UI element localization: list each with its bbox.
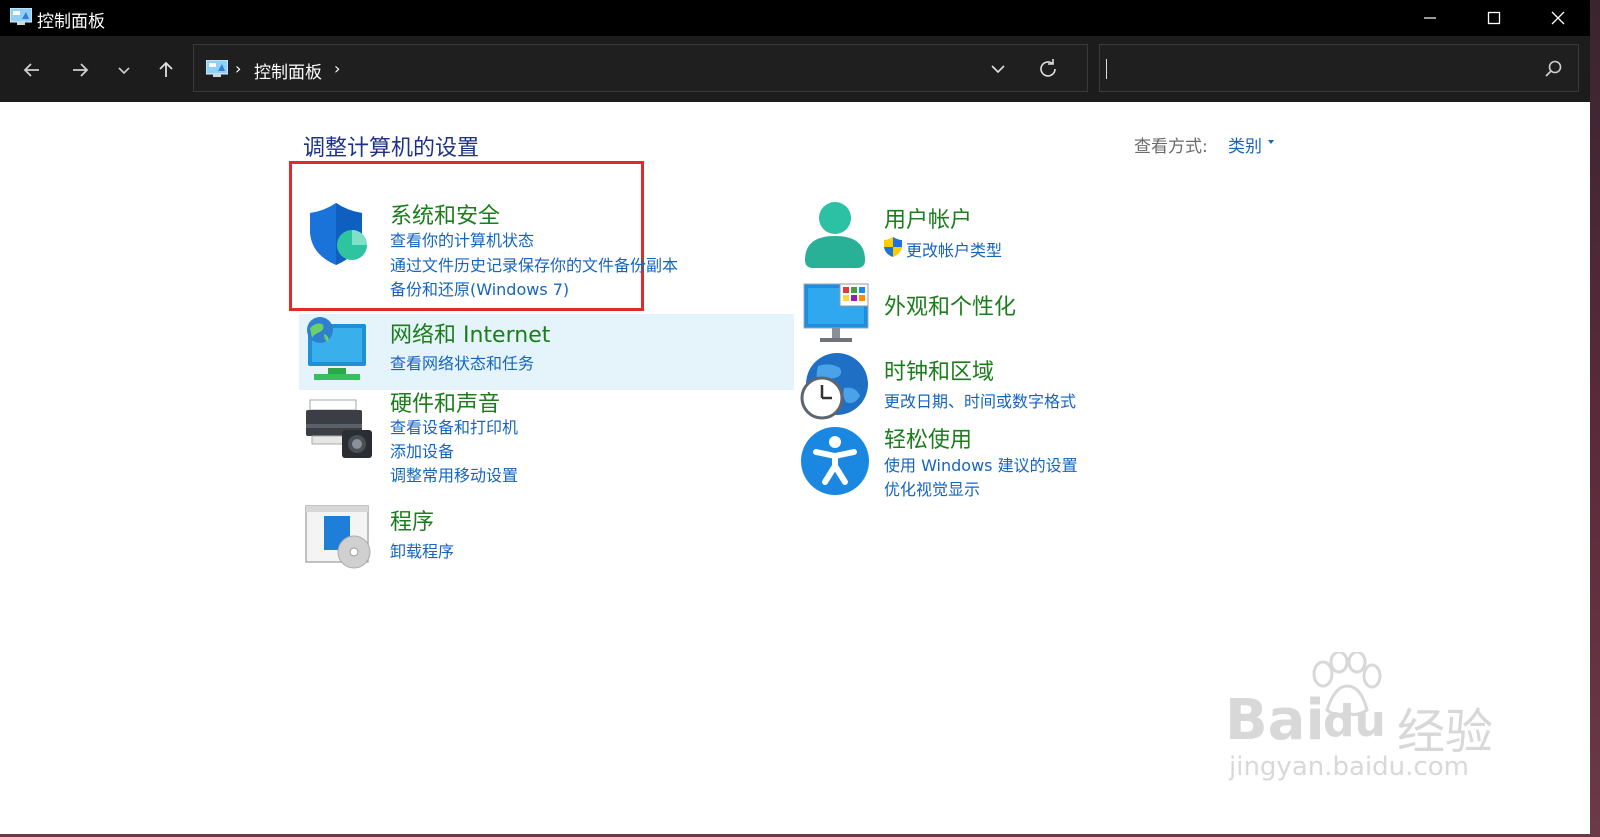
maximize-button[interactable] [1462, 0, 1526, 36]
programs-icon[interactable] [304, 502, 374, 572]
link-file-history-backup[interactable]: 通过文件历史记录保存你的文件备份副本 [390, 252, 678, 276]
close-button[interactable] [1526, 0, 1590, 36]
view-by-dropdown[interactable]: 类别 [1228, 132, 1262, 157]
breadcrumb-separator-icon[interactable]: › [235, 59, 241, 78]
minimize-icon [1424, 17, 1436, 19]
refresh-icon[interactable] [1036, 57, 1060, 81]
category-title-ease-of-access[interactable]: 轻松使用 [884, 422, 972, 454]
user-icon[interactable] [800, 200, 870, 270]
dropdown-caret-icon[interactable] [1268, 140, 1274, 144]
category-title-clock-region[interactable]: 时钟和区域 [884, 354, 994, 386]
monitor-icon[interactable] [802, 280, 872, 350]
breadcrumb-control-panel[interactable]: 控制面板 [254, 58, 322, 83]
baidu-watermark: Bai du 经验 jingyan.baidu.com [1225, 652, 1525, 792]
printer-icon[interactable] [304, 398, 374, 468]
back-button[interactable] [14, 52, 50, 88]
arrow-up-icon [159, 61, 173, 77]
forward-button[interactable] [62, 52, 98, 88]
control-panel-app-icon [10, 8, 32, 25]
watermark-url: jingyan.baidu.com [1229, 752, 1469, 782]
control-panel-location-icon [206, 60, 228, 77]
link-windows-suggested-settings[interactable]: 使用 Windows 建议的设置 [884, 452, 1078, 476]
link-add-device[interactable]: 添加设备 [390, 438, 454, 462]
minimize-button[interactable] [1398, 0, 1462, 36]
link-backup-restore[interactable]: 备份和还原(Windows 7) [390, 276, 569, 300]
category-title-user-accounts[interactable]: 用户帐户 [884, 202, 972, 234]
address-history-chevron-icon[interactable] [986, 57, 1010, 81]
maximize-icon [1487, 11, 1501, 25]
link-devices-printers[interactable]: 查看设备和打印机 [390, 414, 518, 438]
up-button[interactable] [148, 52, 184, 88]
network-icon[interactable] [304, 316, 374, 386]
recent-locations-button[interactable] [106, 52, 142, 88]
uac-shield-icon [884, 237, 902, 257]
arrow-right-icon [73, 63, 89, 77]
text-caret [1106, 59, 1107, 79]
accessibility-icon[interactable] [800, 426, 870, 496]
search-input[interactable] [1112, 55, 1536, 83]
category-title-programs[interactable]: 程序 [390, 504, 434, 536]
search-box[interactable] [1099, 44, 1579, 92]
category-title-system-security[interactable]: 系统和安全 [390, 198, 500, 230]
link-view-computer-status[interactable]: 查看你的计算机状态 [390, 227, 534, 251]
link-optimize-visual-display[interactable]: 优化视觉显示 [884, 476, 980, 500]
window-title: 控制面板 [37, 12, 105, 32]
clock-globe-icon[interactable] [800, 352, 870, 422]
category-title-appearance-personalization[interactable]: 外观和个性化 [884, 289, 1016, 321]
chevron-down-icon [118, 67, 130, 75]
link-mobility-settings[interactable]: 调整常用移动设置 [390, 462, 518, 486]
link-change-account-type[interactable]: 更改帐户类型 [906, 237, 1002, 261]
link-network-status-tasks[interactable]: 查看网络状态和任务 [390, 350, 534, 374]
watermark-brand-b: du [1323, 696, 1386, 747]
link-change-date-time-format[interactable]: 更改日期、时间或数字格式 [884, 388, 1076, 412]
close-icon [1551, 11, 1565, 25]
category-title-network-internet[interactable]: 网络和 Internet [390, 317, 550, 349]
control-panel-window: 控制面板 › 控制面板 › 调整计算机的设置 查看方式: 类别 系统和安全 查看… [0, 0, 1590, 834]
breadcrumb-separator-icon[interactable]: › [334, 59, 340, 78]
watermark-brand-a: Bai [1225, 688, 1325, 753]
navigation-bar: › 控制面板 › [0, 36, 1590, 102]
search-icon[interactable] [1542, 58, 1564, 80]
content-area: 调整计算机的设置 查看方式: 类别 系统和安全 查看你的计算机状态 通过文件历史… [0, 102, 1590, 834]
page-heading: 调整计算机的设置 [303, 136, 480, 161]
address-bar[interactable]: › 控制面板 › [193, 44, 1088, 92]
title-bar: 控制面板 [0, 0, 1590, 36]
view-by-label: 查看方式: [1134, 137, 1208, 157]
arrow-left-icon [23, 63, 39, 77]
shield-icon[interactable] [302, 199, 372, 269]
link-uninstall-program[interactable]: 卸载程序 [390, 538, 454, 562]
